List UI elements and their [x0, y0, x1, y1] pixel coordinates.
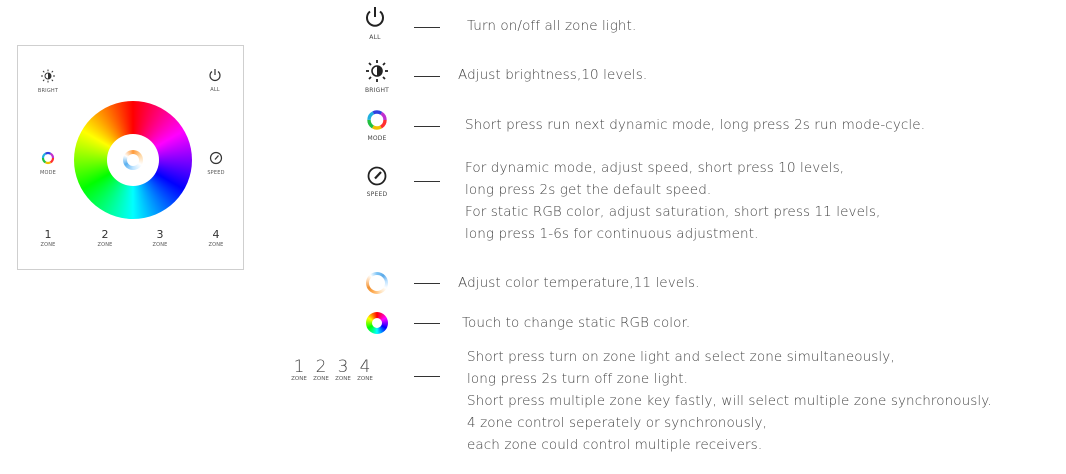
panel-zone-1-button[interactable]: 1 ZONE: [33, 228, 63, 249]
panel-zone-2-button[interactable]: 2 ZONE: [90, 228, 120, 249]
zone-number: 3: [337, 357, 349, 377]
legend-speed-description: For dynamic mode, adjust speed, short pr…: [465, 157, 880, 245]
panel-mode-button[interactable]: MODE: [33, 150, 63, 176]
panel-zone-4-button[interactable]: 4 ZONE: [201, 228, 231, 249]
speed-gauge-icon: [209, 151, 223, 165]
legend-all-icon-group: ALL: [362, 6, 388, 41]
panel-all-label: ALL: [210, 87, 220, 93]
zone-key: 3 ZONE: [332, 358, 354, 382]
legend-color-temp-description: Adjust color temperature,11 levels.: [458, 272, 700, 294]
zone-number: 4: [212, 228, 220, 241]
connector-line: [414, 126, 440, 127]
zone-key: 1 ZONE: [288, 358, 310, 382]
description-line: Short press turn on zone light and selec…: [467, 349, 895, 365]
zone-number: 3: [156, 228, 164, 241]
description-line: For dynamic mode, adjust speed, short pr…: [465, 160, 845, 176]
connector-line: [414, 323, 440, 324]
zone-label: ZONE: [291, 376, 307, 382]
zone-number: 2: [101, 228, 109, 241]
legend-bright-description: Adjust brightness,10 levels.: [458, 64, 647, 86]
panel-bright-label: BRIGHT: [37, 88, 59, 94]
zone-label: ZONE: [208, 242, 224, 248]
panel-speed-button[interactable]: SPEED: [201, 150, 231, 176]
description-line: each zone could control multiple receive…: [467, 437, 763, 453]
description-line: Short press run next dynamic mode, long …: [465, 117, 926, 133]
zone-label: ZONE: [152, 242, 168, 248]
power-icon: [366, 7, 384, 27]
zone-number: 1: [293, 357, 305, 377]
zone-number: 2: [315, 357, 327, 377]
description-line: long press 2s get the default speed.: [465, 182, 712, 198]
legend-all-label: ALL: [369, 34, 381, 41]
brightness-icon: [41, 69, 55, 83]
rgb-color-wheel[interactable]: [74, 101, 192, 219]
zone-key: 2 ZONE: [310, 358, 332, 382]
zone-label: ZONE: [97, 242, 113, 248]
description-line: Adjust color temperature,11 levels.: [458, 275, 700, 291]
panel-zone-3-button[interactable]: 3 ZONE: [145, 228, 175, 249]
wheel-center: [107, 134, 159, 186]
legend-mode-icon-group: MODE: [364, 109, 390, 142]
brightness-icon: [366, 60, 388, 82]
legend-zones-icon-group: 1 ZONE 2 ZONE 3 ZONE 4 ZONE: [288, 358, 376, 384]
zone-number: 1: [44, 228, 52, 241]
legend-zones-description: Short press turn on zone light and selec…: [467, 346, 992, 456]
panel-all-button[interactable]: ALL: [200, 67, 230, 93]
connector-line: [414, 283, 440, 284]
control-panel: BRIGHT ALL MODE SPEED 1 ZONE 2 ZONE 3 ZO…: [17, 45, 244, 270]
legend-bright-label: BRIGHT: [364, 87, 390, 94]
power-icon: [209, 69, 221, 82]
mode-ring-icon: [41, 151, 55, 165]
description-line: 4 zone control seperately or synchronous…: [467, 415, 768, 431]
description-line: Adjust brightness,10 levels.: [458, 67, 648, 83]
description-line: Turn on/off all zone light.: [467, 18, 637, 34]
description-line: For static RGB color, adjust saturation,…: [465, 204, 881, 220]
zone-key: 4 ZONE: [354, 358, 376, 382]
description-line: Touch to change static RGB color.: [462, 315, 691, 331]
legend-mode-label: MODE: [367, 135, 387, 142]
legend-rgb-description: Touch to change static RGB color.: [462, 312, 690, 334]
legend-mode-description: Short press run next dynamic mode, long …: [465, 114, 925, 136]
description-line: Short press multiple zone key fastly, wi…: [467, 393, 992, 409]
zone-label: ZONE: [40, 242, 56, 248]
panel-bright-button[interactable]: BRIGHT: [33, 68, 63, 94]
connector-line: [414, 181, 440, 182]
connector-line: [414, 376, 440, 377]
connector-line: [414, 76, 440, 77]
legend-speed-label: SPEED: [366, 191, 388, 198]
description-line: long press 2s turn off zone light.: [467, 371, 689, 387]
color-temperature-button[interactable]: [123, 150, 143, 170]
legend-speed-icon-group: SPEED: [362, 165, 392, 198]
legend-bright-icon-group: BRIGHT: [362, 59, 392, 94]
zone-label: ZONE: [313, 376, 329, 382]
panel-mode-label: MODE: [39, 170, 57, 176]
legend-all-description: Turn on/off all zone light.: [467, 15, 636, 37]
zone-label: ZONE: [357, 376, 373, 382]
rgb-wheel-icon: [366, 312, 388, 334]
panel-speed-label: SPEED: [207, 170, 225, 176]
zone-number: 4: [359, 357, 371, 377]
description-line: long press 1-6s for continuous adjustmen…: [465, 226, 759, 242]
mode-ring-icon: [367, 110, 387, 130]
speed-gauge-icon: [367, 166, 387, 186]
zone-label: ZONE: [335, 376, 351, 382]
color-temperature-ring-icon: [366, 272, 388, 294]
connector-line: [414, 27, 440, 28]
